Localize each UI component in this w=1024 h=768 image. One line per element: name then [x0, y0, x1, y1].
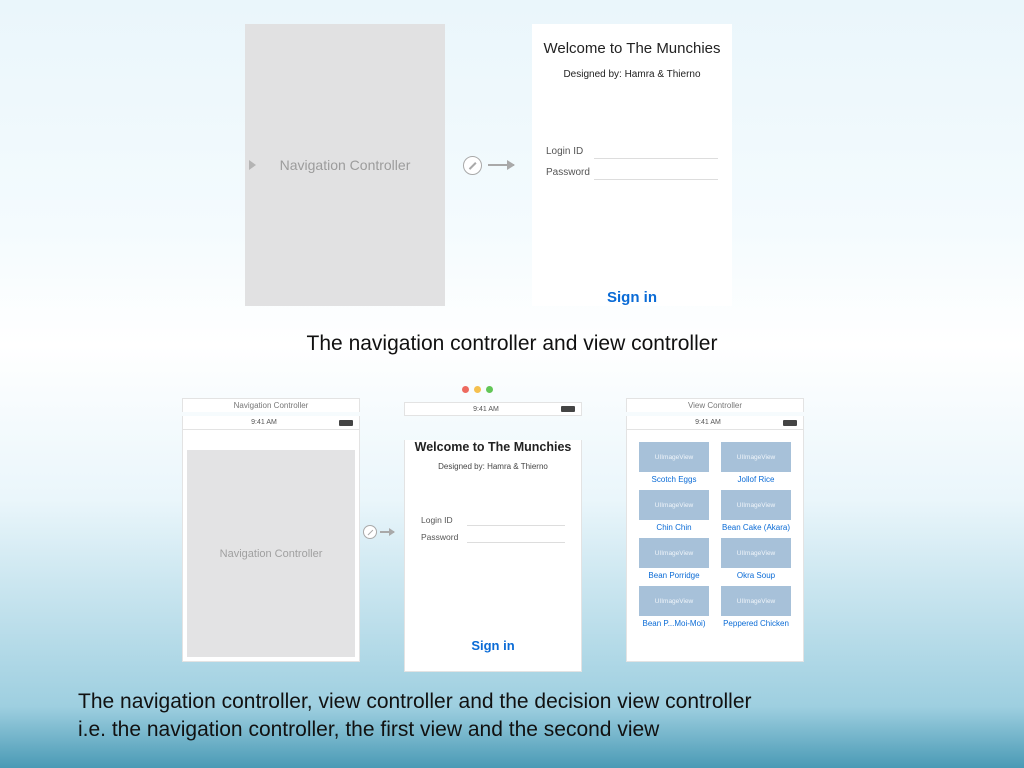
- imageview-placeholder: UIImageView: [639, 538, 709, 568]
- grid-item-label: Bean P...Moi-Moi): [639, 619, 709, 628]
- minimize-icon[interactable]: [474, 386, 481, 393]
- login-id-field[interactable]: [467, 513, 565, 526]
- caption-1: The navigation controller and view contr…: [0, 332, 1024, 356]
- status-time: 9:41 AM: [695, 419, 721, 426]
- grid-item[interactable]: UIImageView Jollof Rice: [721, 442, 791, 484]
- password-field[interactable]: [467, 530, 565, 543]
- password-label: Password: [421, 532, 467, 542]
- grid-item[interactable]: UIImageView Scotch Eggs: [639, 442, 709, 484]
- status-bar: 9:41 AM: [626, 416, 804, 430]
- login-form: Login ID Password: [542, 144, 722, 180]
- imageview-placeholder: UIImageView: [639, 586, 709, 616]
- imageview-placeholder: UIImageView: [721, 538, 791, 568]
- imageview-placeholder: UIImageView: [721, 586, 791, 616]
- login-id-label: Login ID: [421, 515, 467, 525]
- designed-by-small: Designed by: Hamra & Thierno: [405, 462, 581, 471]
- segue-anchor-icon: [249, 160, 256, 170]
- grid-item[interactable]: UIImageView Bean P...Moi-Moi): [639, 586, 709, 628]
- login-view-small: 9:41 AM Welcome to The Munchies Designed…: [404, 402, 582, 672]
- grid-item-label: Bean Cake (Akara): [721, 523, 791, 532]
- status-time: 9:41 AM: [251, 419, 277, 426]
- grid-item-label: Bean Porridge: [639, 571, 709, 580]
- grid-item-label: Okra Soup: [721, 571, 791, 580]
- navigation-controller-card-small: Navigation Controller 9:41 AM Navigation…: [182, 402, 360, 662]
- battery-icon: [783, 420, 797, 426]
- window-traffic-lights: [404, 386, 582, 393]
- login-form-small: Login ID Password: [405, 513, 581, 543]
- grid-item-label: Scotch Eggs: [639, 475, 709, 484]
- imageview-placeholder: UIImageView: [721, 442, 791, 472]
- caption-2-line-1: The navigation controller, view controll…: [78, 688, 752, 716]
- grid-item[interactable]: UIImageView Bean Porridge: [639, 538, 709, 580]
- segue-arrow-icon: [363, 525, 394, 539]
- grid-item-label: Chin Chin: [639, 523, 709, 532]
- food-grid: UIImageView Scotch Eggs UIImageView Jollof…: [627, 430, 803, 632]
- grid-item[interactable]: UIImageView Okra Soup: [721, 538, 791, 580]
- nav-controller-label: Navigation Controller: [280, 157, 411, 173]
- password-field[interactable]: [594, 165, 718, 180]
- grid-item[interactable]: UIImageView Bean Cake (Akara): [721, 490, 791, 532]
- status-bar: 9:41 AM: [404, 402, 582, 416]
- imageview-placeholder: UIImageView: [639, 490, 709, 520]
- close-icon[interactable]: [462, 386, 469, 393]
- card-header: Navigation Controller: [182, 398, 360, 412]
- segue-arrow-icon: [463, 156, 514, 175]
- navigation-controller-card-large: Navigation Controller: [245, 24, 445, 306]
- status-bar: 9:41 AM: [182, 416, 360, 430]
- battery-icon: [561, 406, 575, 412]
- imageview-placeholder: UIImageView: [721, 490, 791, 520]
- welcome-title-small: Welcome to The Munchies: [405, 440, 581, 454]
- password-label: Password: [546, 167, 594, 178]
- caption-2-line-2: i.e. the navigation controller, the firs…: [78, 716, 752, 744]
- welcome-view-large: Welcome to The Munchies Designed by: Ham…: [532, 24, 732, 306]
- card-header: View Controller: [626, 398, 804, 412]
- caption-2: The navigation controller, view controll…: [78, 688, 752, 745]
- grid-item[interactable]: UIImageView Peppered Chicken: [721, 586, 791, 628]
- nav-controller-label-small: Navigation Controller: [220, 548, 323, 560]
- welcome-title: Welcome to The Munchies: [542, 40, 722, 57]
- status-time: 9:41 AM: [473, 406, 499, 413]
- grid-item-label: Peppered Chicken: [721, 619, 791, 628]
- imageview-placeholder: UIImageView: [639, 442, 709, 472]
- bottom-storyboard-triple: Navigation Controller 9:41 AM Navigation…: [182, 402, 804, 672]
- signin-button[interactable]: Sign in: [532, 289, 732, 306]
- grid-item[interactable]: UIImageView Chin Chin: [639, 490, 709, 532]
- signin-button[interactable]: Sign in: [405, 638, 581, 653]
- battery-icon: [339, 420, 353, 426]
- zoom-icon[interactable]: [486, 386, 493, 393]
- decision-view-small: View Controller 9:41 AM UIImageViewScotc…: [626, 402, 804, 662]
- designed-by-label: Designed by: Hamra & Thierno: [542, 69, 722, 80]
- top-storyboard-pair: Navigation Controller Welcome to The Mun…: [245, 24, 732, 306]
- grid-item-label: Jollof Rice: [721, 475, 791, 484]
- login-id-field[interactable]: [594, 144, 718, 159]
- login-id-label: Login ID: [546, 146, 594, 157]
